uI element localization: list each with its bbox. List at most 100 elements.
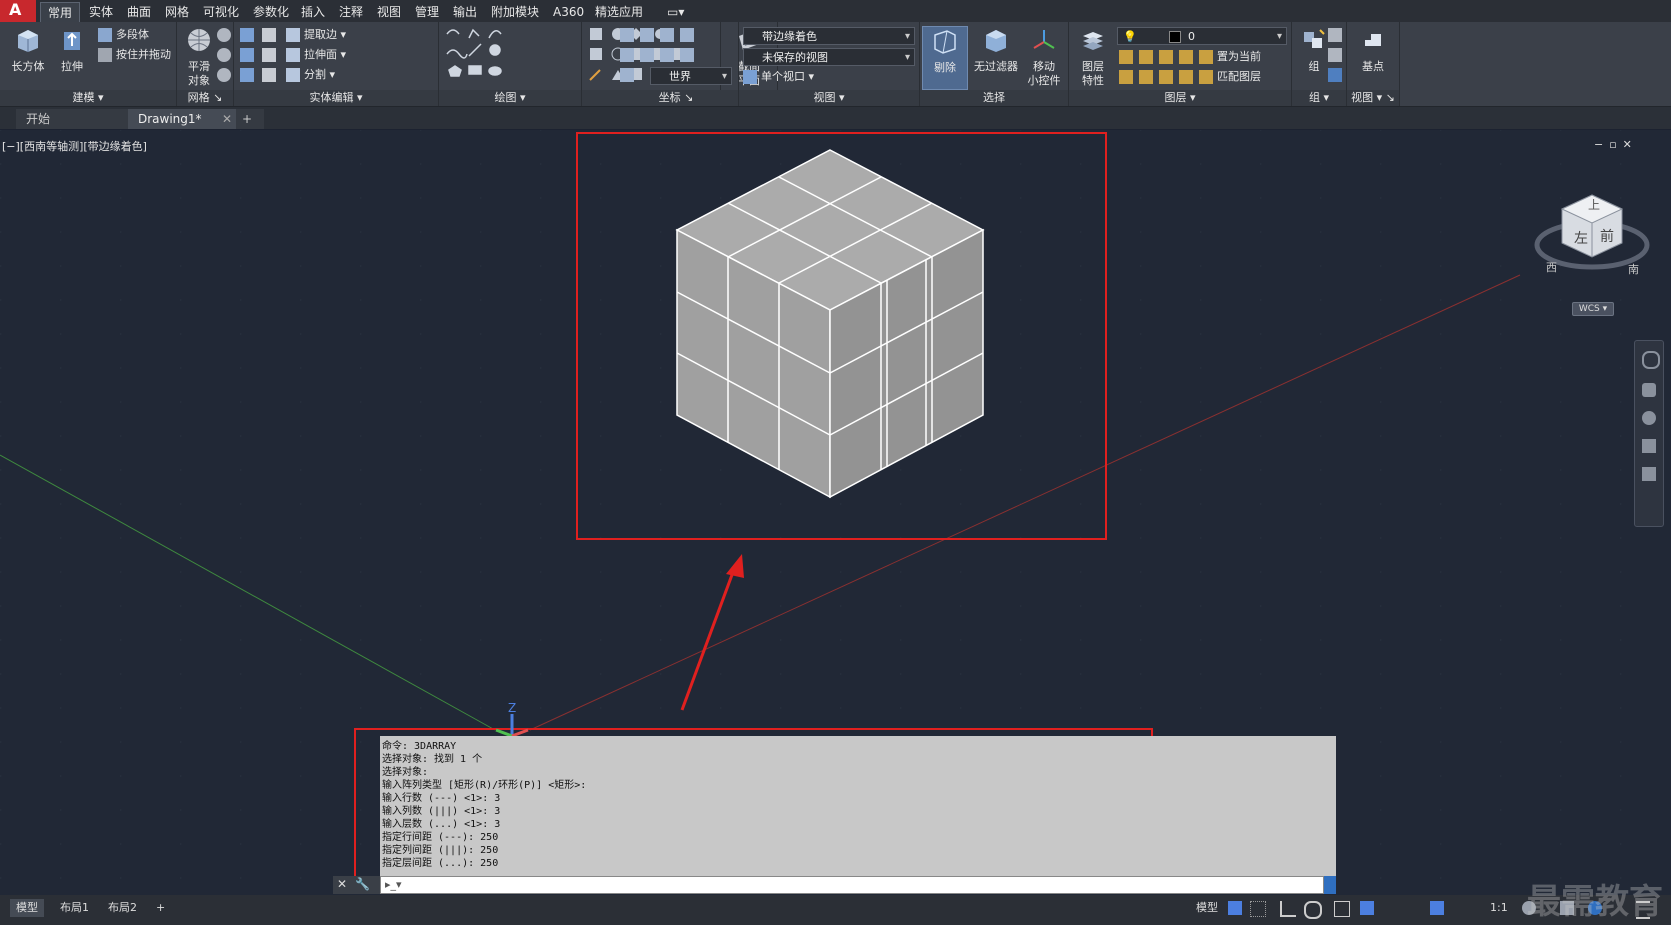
ucs-x-icon[interactable] (660, 28, 674, 42)
model-space-button[interactable]: 模型 (1190, 899, 1224, 917)
tab-solid[interactable]: 实体 (82, 2, 120, 22)
layer-properties-button[interactable]: 图层 特性 (1071, 26, 1115, 88)
otrack-icon[interactable] (1360, 901, 1374, 915)
steering-wheel-icon[interactable] (1642, 351, 1660, 369)
mesh-tool-icon[interactable] (217, 48, 231, 62)
culling-button[interactable]: 剔除 (922, 26, 968, 90)
ucs-world-dropdown[interactable]: 世界 (650, 67, 732, 86)
extrude-button[interactable]: 拉伸 (50, 26, 94, 74)
thicken-icon[interactable] (262, 68, 276, 82)
pan-hand-icon[interactable] (1642, 383, 1656, 397)
annotation-visibility-icon[interactable] (1430, 901, 1444, 915)
union-icon[interactable] (240, 28, 254, 42)
tab-parametric[interactable]: 参数化 (246, 2, 296, 22)
tab-layout2[interactable]: 布局2 (102, 899, 143, 917)
tab-view[interactable]: 视图 (370, 2, 408, 22)
intersect-icon[interactable] (240, 68, 254, 82)
add-layout-button[interactable]: + (150, 899, 171, 917)
ucs-3point-icon[interactable] (660, 48, 674, 62)
tab-a360[interactable]: A360 (546, 2, 591, 22)
tab-layout1[interactable]: 布局1 (54, 899, 95, 917)
ucs-face-icon[interactable] (620, 68, 634, 82)
no-filter-button[interactable]: 无过滤器 (972, 26, 1020, 74)
separate-button[interactable]: 分割 ▾ (286, 66, 335, 84)
layer-tool-icon[interactable] (1139, 70, 1153, 84)
mesh-tool-icon[interactable] (217, 68, 231, 82)
layer-tool-icon[interactable] (1179, 50, 1193, 64)
presspull-button[interactable]: 按住并拖动 (98, 46, 171, 64)
tab-output[interactable]: 输出 (446, 2, 484, 22)
panel-title-coordinates[interactable]: 坐标 ↘ (614, 90, 738, 106)
tab-addins[interactable]: 附加模块 (484, 2, 546, 22)
ortho-icon[interactable] (1280, 901, 1296, 917)
application-menu-button[interactable]: A (0, 0, 36, 22)
draw-tools-icons[interactable] (439, 22, 581, 88)
match-layer-button[interactable]: 匹配图层 (1199, 68, 1261, 86)
ucs-named-icon[interactable] (640, 28, 654, 42)
panel-title-view[interactable]: 视图 ▾ (739, 90, 919, 106)
move-gizmo-button[interactable]: 移动 小控件 (1022, 26, 1066, 88)
slice-icon[interactable] (262, 48, 276, 62)
ucs-z-icon[interactable] (640, 48, 654, 62)
customize-wrench-icon[interactable]: 🔧 (355, 877, 370, 891)
group-select-toggle-icon[interactable] (1328, 68, 1342, 82)
showmotion-icon[interactable] (1642, 467, 1656, 481)
command-window-handle[interactable]: ✕ 🔧 (333, 876, 380, 894)
snap-icon[interactable] (1250, 901, 1266, 917)
command-history-toggle[interactable] (1324, 876, 1336, 894)
annotation-scale[interactable]: 1:1 (1484, 899, 1514, 917)
saved-view-dropdown[interactable]: 未保存的视图 (743, 48, 915, 67)
layer-tool-icon[interactable] (1119, 50, 1133, 64)
layer-tool-icon[interactable] (1139, 50, 1153, 64)
panel-title-solid-editing[interactable]: 实体编辑 ▾ (234, 90, 438, 106)
box-button[interactable]: 长方体 (6, 26, 50, 74)
extrude-faces-button[interactable]: 拉伸面 ▾ (286, 46, 346, 64)
panel-title-mesh[interactable]: 网格 ↘ (177, 90, 233, 106)
command-input[interactable]: ▸_▾ (380, 876, 1324, 894)
osnap-icon[interactable] (1334, 901, 1350, 917)
wcs-menu[interactable]: WCS ▾ (1572, 302, 1614, 316)
grid-icon[interactable] (1228, 901, 1242, 915)
mesh-tool-icon[interactable] (217, 28, 231, 42)
layer-tool-icon[interactable] (1179, 70, 1193, 84)
tab-featured-apps[interactable]: 精选应用 (588, 2, 650, 22)
interfere-icon[interactable] (262, 28, 276, 42)
close-command-icon[interactable]: ✕ (337, 877, 347, 891)
close-tab-icon[interactable]: ✕ (222, 109, 232, 129)
panel-title-selection[interactable]: 选择 (920, 90, 1068, 106)
tab-annotate[interactable]: 注释 (332, 2, 370, 22)
base-view-button[interactable]: 基点 (1351, 26, 1395, 74)
tab-manage[interactable]: 管理 (408, 2, 446, 22)
new-tab-button[interactable]: + (236, 109, 264, 129)
layer-dropdown[interactable]: 0 (1117, 27, 1287, 46)
panel-title-layers[interactable]: 图层 ▾ (1069, 90, 1291, 106)
ucs-icon[interactable] (620, 28, 634, 42)
zoom-icon[interactable] (1642, 411, 1656, 425)
panel-title-draw[interactable]: 绘图 ▾ (439, 90, 581, 106)
tab-mesh[interactable]: 网格 (158, 2, 196, 22)
orbit-icon[interactable] (1642, 439, 1656, 453)
polysolid-button[interactable]: 多段体 (98, 26, 149, 44)
layer-tool-icon[interactable] (1159, 70, 1173, 84)
tab-start[interactable]: 开始 (16, 109, 136, 129)
ucs-y-icon[interactable] (680, 28, 694, 42)
tab-surface[interactable]: 曲面 (120, 2, 158, 22)
panel-title-view-base[interactable]: 视图 ▾ ↘ (1347, 90, 1399, 106)
ucs-origin-icon[interactable] (620, 48, 634, 62)
layer-tool-icon[interactable] (1159, 50, 1173, 64)
tab-drawing1[interactable]: Drawing1* ✕ (128, 109, 238, 129)
set-current-button[interactable]: 置为当前 (1199, 48, 1261, 66)
layer-tool-icon[interactable] (1119, 70, 1133, 84)
viewport-config-button[interactable]: 单个视口 ▾ (743, 68, 814, 86)
viewcube[interactable]: 上 左 前 西 南 (1530, 185, 1660, 295)
tab-insert[interactable]: 插入 (294, 2, 332, 22)
extract-edges-button[interactable]: 提取边 ▾ (286, 26, 346, 44)
ribbon-toggle-icon[interactable]: ▭▾ (660, 2, 691, 22)
tab-model[interactable]: 模型 (10, 899, 44, 917)
tab-visualize[interactable]: 可视化 (196, 2, 246, 22)
subtract-icon[interactable] (240, 48, 254, 62)
ucs-view-icon[interactable] (680, 48, 694, 62)
group-tool-icon[interactable] (1328, 28, 1342, 42)
polar-icon[interactable] (1304, 901, 1322, 919)
tab-home[interactable]: 常用 (40, 2, 81, 23)
